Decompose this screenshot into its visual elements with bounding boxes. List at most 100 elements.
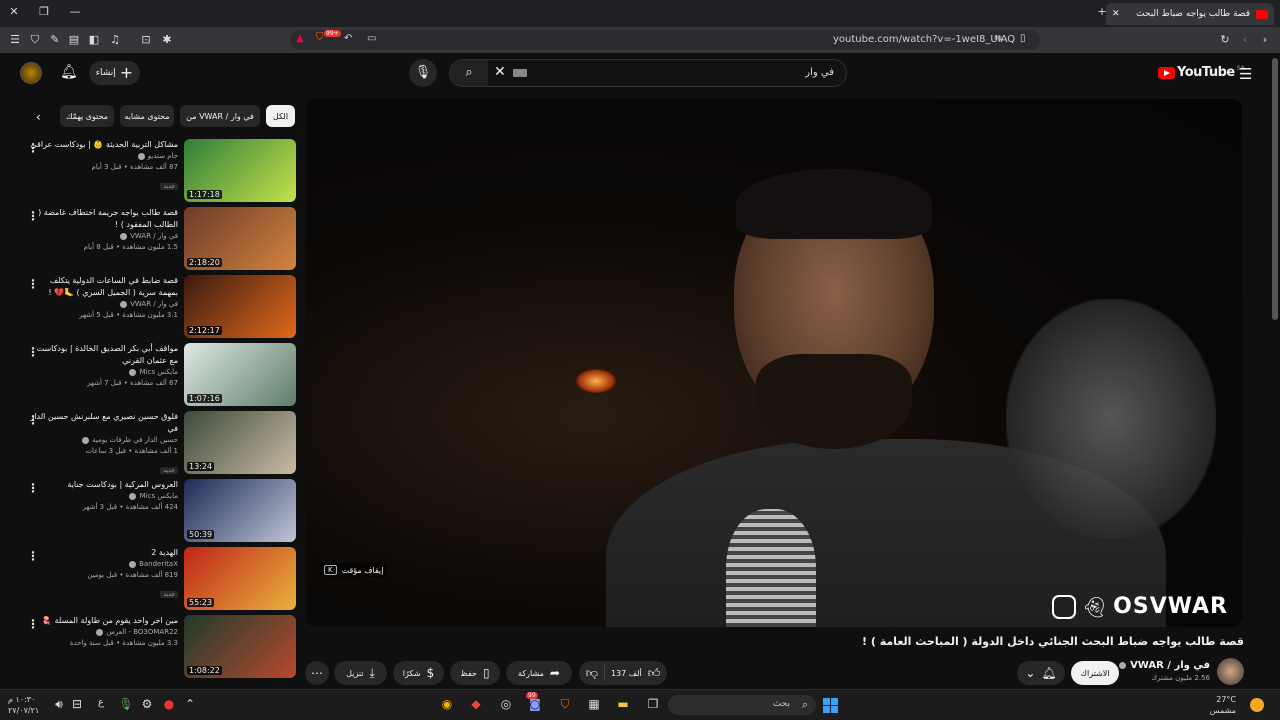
reader-icon[interactable]: ▤ — [67, 33, 81, 47]
recommendation-channel[interactable]: حسين الدار في ظرفات يومية — [28, 435, 178, 446]
recommendation-title[interactable]: مواقف أبي بكر الصديق الخالدة | بودكاست م… — [28, 343, 178, 367]
video-thumbnail[interactable]: 1:08:22 — [184, 615, 296, 678]
youtube-logo[interactable]: YouTube SA — [1158, 65, 1245, 80]
more-vert-icon[interactable]: ⋮ — [27, 141, 39, 155]
chip-for-you[interactable]: محتوى يهمّك — [60, 105, 114, 127]
forward-icon[interactable]: ‹ — [1238, 33, 1252, 47]
restore-window-icon[interactable]: ❐ — [36, 5, 52, 18]
browser-tab-active[interactable]: قصة طالب يواجه ضباط البحث ✕ — [1106, 3, 1274, 25]
download-button[interactable]: تنزيل ⤓ — [334, 661, 387, 685]
brave-icon[interactable]: ⛉ — [556, 697, 574, 712]
more-vert-icon[interactable]: ⋮ — [27, 481, 39, 495]
search-button[interactable]: ⌕ — [450, 60, 488, 86]
tab-close-icon[interactable]: ✕ — [1112, 9, 1120, 19]
shield-icon[interactable]: ⛉ — [28, 33, 42, 47]
cast-icon[interactable]: ▭ — [367, 33, 376, 44]
guide-menu-icon[interactable]: ☰ — [1239, 65, 1252, 83]
recommendation-item[interactable]: 1:17:18 مشاكل التربية الحديثة 👶 | بودكاست… — [24, 139, 296, 203]
volume-icon[interactable]: 🔊︎ — [50, 697, 68, 712]
recommendation-channel[interactable]: BO3OMAR22 - العرس — [28, 627, 178, 638]
more-vert-icon[interactable]: ⋮ — [27, 549, 39, 563]
account-avatar[interactable] — [20, 62, 42, 84]
tray-overflow-chevron-icon[interactable]: ⌃ — [181, 697, 199, 711]
recommendation-title[interactable]: مشاكل التربية الحديثة 👶 | بودكاست عراقي — [28, 139, 178, 151]
undo-icon[interactable]: ↶ — [344, 33, 352, 44]
pen-icon[interactable]: ✎ — [48, 33, 62, 47]
discord-icon[interactable]: ◙ — [526, 697, 544, 711]
recommendation-item[interactable]: 2:12:17 قصة ضابط في الساعات الدولية يتكلف… — [24, 275, 296, 339]
recommendation-channel[interactable]: في وار / VWAR — [28, 299, 178, 310]
mic-tray-icon[interactable]: 🎙︎ — [117, 697, 135, 711]
recommendation-title[interactable]: فلوق حسين نصيري مع سلبرنش حسين الدار في — [28, 411, 178, 435]
file-explorer-icon[interactable]: ▬ — [614, 697, 632, 711]
screenshot-icon[interactable]: ⊡ — [139, 33, 153, 47]
more-vert-icon[interactable]: ⋮ — [27, 617, 39, 631]
video-thumbnail[interactable]: 13:24 — [184, 411, 296, 474]
recommendation-channel[interactable]: مايكس Mics — [28, 491, 178, 502]
more-actions-button[interactable]: ⋯ — [305, 661, 329, 685]
reload-icon[interactable]: ↻ — [1218, 33, 1232, 47]
video-thumbnail[interactable]: 2:12:17 — [184, 275, 296, 338]
notification-settings-button[interactable]: ⌄ 🔔︎ — [1017, 661, 1065, 685]
bookmark-icon[interactable]: ▯ — [1020, 33, 1026, 44]
recommendation-item[interactable]: 55:23 الهدية 2 BanderitaX 819 ألف مشاهدة •… — [24, 547, 296, 611]
video-player[interactable]: K إيقاف مؤقت 👻︎ OSVWAR — [306, 99, 1242, 627]
recommendation-title[interactable]: قصة طالب يواجه جريمة اختطاف غامضة ( الطا… — [28, 207, 178, 231]
video-thumbnail[interactable]: 55:23 — [184, 547, 296, 610]
back-icon[interactable]: › — [1258, 33, 1272, 47]
sidebar-toggle-icon[interactable]: ◧ — [87, 33, 101, 47]
app-circle-icon[interactable]: ◎ — [497, 697, 515, 711]
video-thumbnail[interactable]: 2:18:20 — [184, 207, 296, 270]
recommendation-channel[interactable]: في وار / VWAR — [28, 231, 178, 242]
recommendation-item[interactable]: 1:07:16 مواقف أبي بكر الصديق الخالدة | بو… — [24, 343, 296, 407]
music-icon[interactable]: ♫ — [108, 33, 122, 47]
network-icon[interactable]: ⊟ — [68, 697, 86, 711]
notifications-bell-icon[interactable]: 🔔︎ — [60, 64, 78, 80]
recommendation-title[interactable]: قصة ضابط في الساعات الدولية يتكلف بمهمة … — [28, 275, 178, 299]
chip-similar[interactable]: محتوى مشابه — [120, 105, 174, 127]
save-button[interactable]: حفظ ▯ — [450, 661, 500, 685]
channel-name[interactable]: في وار / VWAR — [1118, 660, 1210, 671]
minimize-window-icon[interactable]: — — [67, 5, 83, 18]
voice-search-mic-icon[interactable]: 🎙︎ — [409, 59, 437, 87]
video-thumbnail[interactable]: 1:17:18 — [184, 139, 296, 202]
task-view-icon[interactable]: ❐ — [644, 697, 662, 711]
store-icon[interactable]: ▦ — [585, 697, 603, 711]
tray-app-icon[interactable]: ⚙︎ — [138, 697, 156, 711]
search-input[interactable]: في وار — [805, 67, 834, 78]
brave-shield-icon[interactable]: ⛉ — [316, 32, 324, 43]
recommendation-item[interactable]: 13:24 فلوق حسين نصيري مع سلبرنش حسين الدا… — [24, 411, 296, 475]
recommendation-channel[interactable]: BanderitaX — [28, 559, 178, 570]
recommendation-title[interactable]: الهدية 2 — [28, 547, 178, 559]
more-vert-icon[interactable]: ⋮ — [27, 345, 39, 359]
keyboard-icon[interactable] — [513, 69, 527, 77]
search-box[interactable]: ⌕ ✕ في وار — [449, 59, 847, 87]
recommendation-item[interactable]: 50:39 العروس المركبة | بودكاست جناية مايكس… — [24, 479, 296, 543]
chip-all[interactable]: الكل — [266, 105, 295, 127]
site-settings-icon[interactable]: ⇋ — [994, 33, 1002, 44]
chip-from-channel[interactable]: من VWAR / في وار — [180, 105, 260, 127]
extensions-icon[interactable]: ✱ — [160, 33, 174, 47]
more-vert-icon[interactable]: ⋮ — [27, 209, 39, 223]
recommendation-item[interactable]: 2:18:20 قصة طالب يواجه جريمة اختطاف غامضة… — [24, 207, 296, 271]
recommendation-channel[interactable]: مايكس Mics — [28, 367, 178, 378]
address-bar[interactable]: ▲ ⛉ 99+ ↶ ▭ youtube.com/watch?v=-1weI8_U… — [290, 30, 1040, 50]
clear-search-icon[interactable]: ✕ — [494, 64, 506, 80]
recommendation-title[interactable]: العروس المركبة | بودكاست جناية — [28, 479, 178, 491]
sidebar-menu-icon[interactable]: ☰ — [8, 33, 22, 47]
more-vert-icon[interactable]: ⋮ — [27, 277, 39, 291]
taskbar-search[interactable]: بحث ⌕ — [668, 695, 816, 715]
channel-avatar[interactable] — [1217, 658, 1244, 685]
windows-start-icon[interactable] — [823, 698, 838, 713]
input-language[interactable]: ع — [92, 697, 110, 708]
page-scrollbar[interactable] — [1272, 58, 1278, 320]
video-thumbnail[interactable]: 1:07:16 — [184, 343, 296, 406]
weather-widget[interactable]: 27°C مشمس — [1210, 694, 1236, 716]
dislike-icon[interactable]: 👎︎ — [586, 666, 598, 681]
brave-rewards-icon[interactable]: ▲ — [296, 33, 304, 44]
close-window-icon[interactable]: ✕ — [6, 5, 22, 18]
recommendation-title[interactable]: مين اخر واحد يقوم من طاولة المسلة 🪼 — [28, 615, 178, 627]
more-vert-icon[interactable]: ⋮ — [27, 413, 39, 427]
chrome-icon[interactable]: ◉ — [438, 697, 456, 711]
subscribe-button[interactable]: الاشتراك — [1071, 661, 1119, 685]
